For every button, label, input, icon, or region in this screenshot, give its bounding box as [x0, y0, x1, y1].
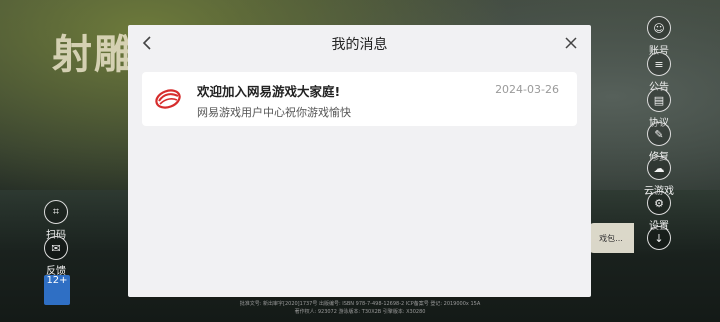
message-date: 2024-03-26 [495, 83, 559, 96]
scan-icon: ⌗ [44, 200, 68, 224]
message-item[interactable]: 欢迎加入网易游戏大家庭! 2024-03-26 网易游戏用户中心祝你游戏愉快 [142, 72, 577, 126]
feedback-icon: ✉ [44, 236, 68, 260]
dialog-header: 我的消息 [128, 25, 591, 63]
account-button[interactable]: ☺ 账号 [637, 16, 681, 57]
game-logo: 射雕 [52, 31, 136, 78]
download-icon: ↓ [647, 226, 671, 250]
notice-button[interactable]: ≡ 公告 [637, 52, 681, 93]
dialog-title: 我的消息 [331, 37, 388, 53]
scan-button[interactable]: ⌗ 扫码 [34, 200, 78, 241]
settings-icon: ⚙ [647, 191, 671, 215]
message-body: 网易游戏用户中心祝你游戏愉快 [197, 106, 351, 119]
back-button[interactable] [138, 33, 158, 53]
agreement-icon: ▤ [647, 88, 671, 112]
footer-line: 批准文号: 新出审字[2020]1737号 出版编号: ISBN 978-7-4… [239, 301, 481, 307]
message-title: 欢迎加入网易游戏大家庭! [197, 84, 341, 99]
cloud-game-icon: ☁ [647, 156, 671, 180]
notice-icon: ≡ [647, 52, 671, 76]
footer-line: 著作权人: 923072 游泳版本: T30X2B 引擎版本: X30280 [294, 309, 426, 315]
download-progress-pill[interactable]: 戏包... [588, 223, 634, 253]
download-button[interactable]: ↓ [637, 226, 681, 252]
feedback-button[interactable]: ✉ 反馈 [34, 236, 78, 277]
repair-icon: ✎ [647, 122, 671, 146]
messages-dialog: 我的消息 欢迎加入网易游戏大家庭! 2024-03-26 网易游戏用户中心祝你游… [128, 25, 591, 297]
account-icon: ☺ [647, 16, 671, 40]
close-icon [565, 37, 577, 49]
netease-logo-icon [155, 89, 181, 109]
close-button[interactable] [561, 33, 581, 53]
footer-legal-text: 批准文号: 新出审字[2020]1737号 出版编号: ISBN 978-7-4… [0, 300, 720, 316]
chevron-left-icon [142, 36, 151, 50]
